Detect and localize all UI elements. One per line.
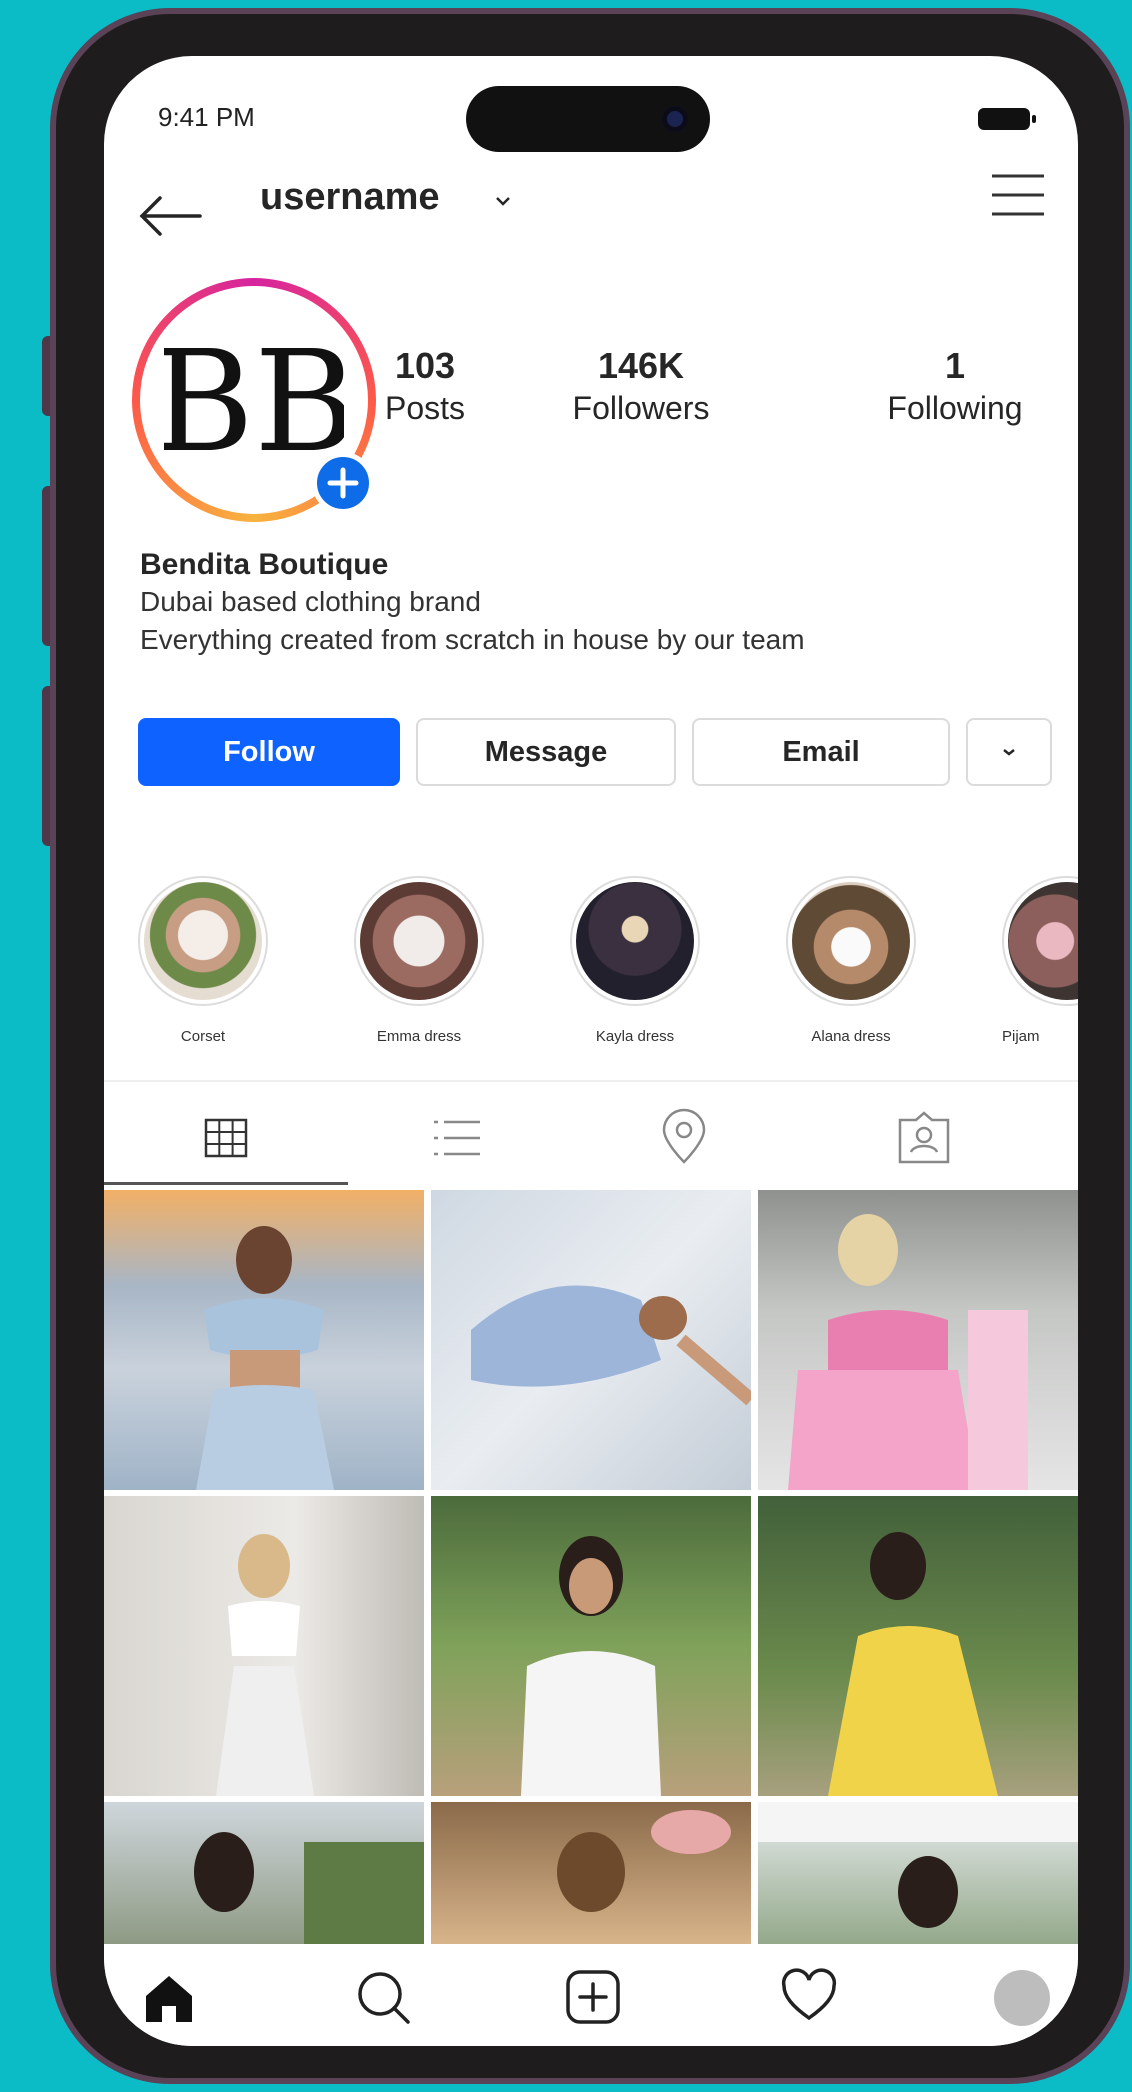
photo-figure [521, 1536, 661, 1796]
search-icon[interactable] [352, 1966, 414, 2028]
highlight-label: Pijam [1002, 1028, 1040, 1045]
photo-figure [828, 1532, 998, 1796]
highlight-ring [786, 876, 916, 1006]
dynamic-island [466, 86, 710, 152]
highlight-thumbnail [144, 882, 262, 1000]
post-thumbnail[interactable] [431, 1496, 751, 1796]
chevron-down-icon [1003, 749, 1015, 756]
photo-figure [216, 1534, 314, 1796]
photo-figure [471, 1285, 756, 1406]
status-time: 9:41 PM [158, 102, 255, 132]
camera-icon [662, 106, 688, 132]
highlight-thumbnail [360, 882, 478, 1000]
highlight-ring [138, 876, 268, 1006]
post-thumbnail[interactable] [104, 1190, 424, 1490]
post-thumbnail[interactable] [758, 1496, 1078, 1796]
profile-avatar[interactable] [994, 1970, 1050, 2026]
email-button[interactable]: Email [692, 718, 950, 786]
back-arrow-icon[interactable] [134, 186, 204, 246]
photo-figure [758, 1802, 1078, 1928]
suggested-dropdown-button[interactable] [966, 718, 1052, 786]
post-thumbnail[interactable] [104, 1802, 424, 1944]
highlight-label: Corset [180, 1028, 226, 1045]
active-tab-indicator [104, 1182, 348, 1185]
stat-value: 103 [394, 345, 456, 386]
stat-label: Followers [572, 390, 710, 426]
heart-icon[interactable] [778, 1966, 840, 2028]
stat-label: Following [887, 390, 1023, 426]
highlight-label: Alana dress [811, 1028, 891, 1045]
posts-grid [104, 1190, 1078, 1944]
follow-button[interactable]: Follow [138, 718, 400, 786]
story-highlight[interactable]: Kayla dress [570, 876, 700, 1045]
highlight-label: Emma dress [376, 1028, 462, 1045]
location-pin-icon[interactable] [654, 1108, 714, 1168]
menu-icon[interactable] [988, 170, 1048, 220]
header-username[interactable]: username [260, 176, 440, 219]
post-thumbnail[interactable] [431, 1190, 756, 1490]
highlight-label: Kayla dress [595, 1028, 675, 1045]
bottom-nav [104, 1944, 1078, 2046]
profile-name: Bendita Boutique [140, 548, 389, 581]
highlight-thumbnail [1008, 882, 1078, 1000]
highlight-ring [354, 876, 484, 1006]
post-thumbnail[interactable] [104, 1496, 424, 1796]
section-divider [104, 1080, 1078, 1082]
highlight-thumbnail [792, 882, 910, 1000]
highlight-thumbnail [576, 882, 694, 1000]
highlight-ring [570, 876, 700, 1006]
stat-posts[interactable]: 103 Posts [340, 346, 510, 430]
phone-screen: 9:41 PM username BB 103 Posts 146K Follo… [104, 56, 1078, 2046]
post-thumbnail[interactable] [758, 1802, 1078, 1944]
story-highlight[interactable]: Emma dress [354, 876, 484, 1045]
stat-following[interactable]: 1 Following [870, 346, 1040, 430]
stat-value: 1 [944, 345, 966, 386]
stat-label: Posts [384, 390, 466, 426]
message-button[interactable]: Message [416, 718, 676, 786]
bio-line: Dubai based clothing brand [140, 586, 481, 617]
story-highlight[interactable]: Alana dress [786, 876, 916, 1045]
chevron-down-icon[interactable] [492, 190, 514, 212]
photo-figure [788, 1214, 1028, 1490]
new-post-icon[interactable] [562, 1966, 624, 2028]
battery-icon [978, 108, 1036, 130]
add-story-button[interactable] [312, 452, 374, 514]
story-highlight[interactable]: Corset [138, 876, 268, 1045]
home-icon[interactable] [138, 1966, 200, 2028]
photo-figure [194, 1832, 424, 1944]
tagged-icon[interactable] [894, 1108, 954, 1168]
stat-followers[interactable]: 146K Followers [556, 346, 726, 430]
list-icon[interactable] [426, 1108, 486, 1168]
bio-line: Everything created from scratch in house… [140, 624, 805, 655]
photo-figure [196, 1226, 334, 1490]
post-thumbnail[interactable] [431, 1802, 751, 1944]
photo-figure [557, 1810, 731, 1912]
post-thumbnail[interactable] [758, 1190, 1078, 1490]
plus-icon [327, 467, 359, 499]
highlight-ring [1002, 876, 1078, 1006]
stat-value: 146K [597, 345, 685, 386]
story-highlight[interactable]: Pijam [1002, 876, 1078, 1045]
grid-icon[interactable] [196, 1108, 256, 1168]
